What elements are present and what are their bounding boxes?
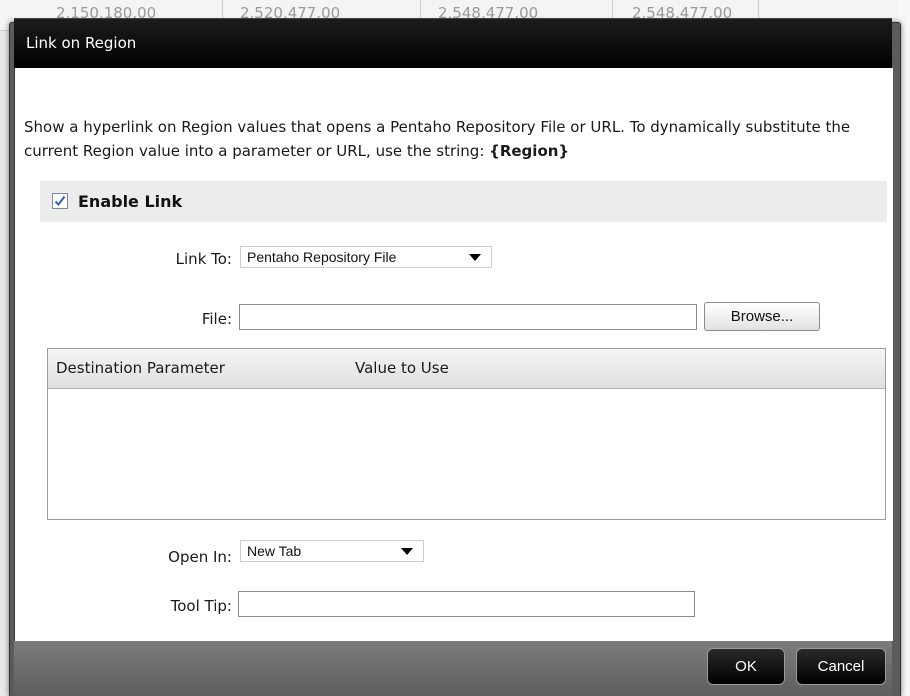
description-token: {Region} bbox=[489, 142, 570, 160]
browse-button[interactable]: Browse... bbox=[704, 302, 820, 331]
column-header-value-to-use[interactable]: Value to Use bbox=[355, 359, 449, 377]
ok-button[interactable]: OK bbox=[707, 648, 785, 685]
file-input[interactable] bbox=[239, 304, 697, 330]
open-in-dropdown[interactable]: New Tab bbox=[240, 540, 424, 562]
dialog-description: Show a hyperlink on Region values that o… bbox=[24, 115, 894, 163]
enable-link-label: Enable Link bbox=[78, 192, 183, 211]
cancel-button[interactable]: Cancel bbox=[796, 648, 886, 685]
parameters-table: Destination Parameter Value to Use bbox=[47, 348, 886, 520]
open-in-value: New Tab bbox=[247, 543, 302, 559]
checkmark-icon bbox=[54, 195, 66, 207]
tool-tip-input[interactable] bbox=[238, 591, 695, 617]
enable-link-row: Enable Link bbox=[40, 181, 887, 222]
open-in-label: Open In: bbox=[168, 548, 232, 566]
chevron-down-icon bbox=[401, 548, 413, 555]
enable-link-checkbox[interactable] bbox=[52, 193, 68, 209]
column-header-destination-parameter[interactable]: Destination Parameter bbox=[56, 359, 225, 377]
table-header: Destination Parameter Value to Use bbox=[48, 349, 885, 389]
link-to-label: Link To: bbox=[175, 250, 232, 268]
chevron-down-icon bbox=[469, 254, 481, 261]
dialog-title: Link on Region bbox=[26, 34, 137, 52]
description-text: Show a hyperlink on Region values that o… bbox=[24, 118, 851, 160]
link-to-dropdown[interactable]: Pentaho Repository File bbox=[240, 246, 492, 268]
tool-tip-label: Tool Tip: bbox=[170, 597, 232, 615]
link-to-value: Pentaho Repository File bbox=[247, 249, 397, 265]
dialog-titlebar[interactable]: Link on Region bbox=[14, 18, 892, 69]
file-label: File: bbox=[201, 310, 232, 328]
